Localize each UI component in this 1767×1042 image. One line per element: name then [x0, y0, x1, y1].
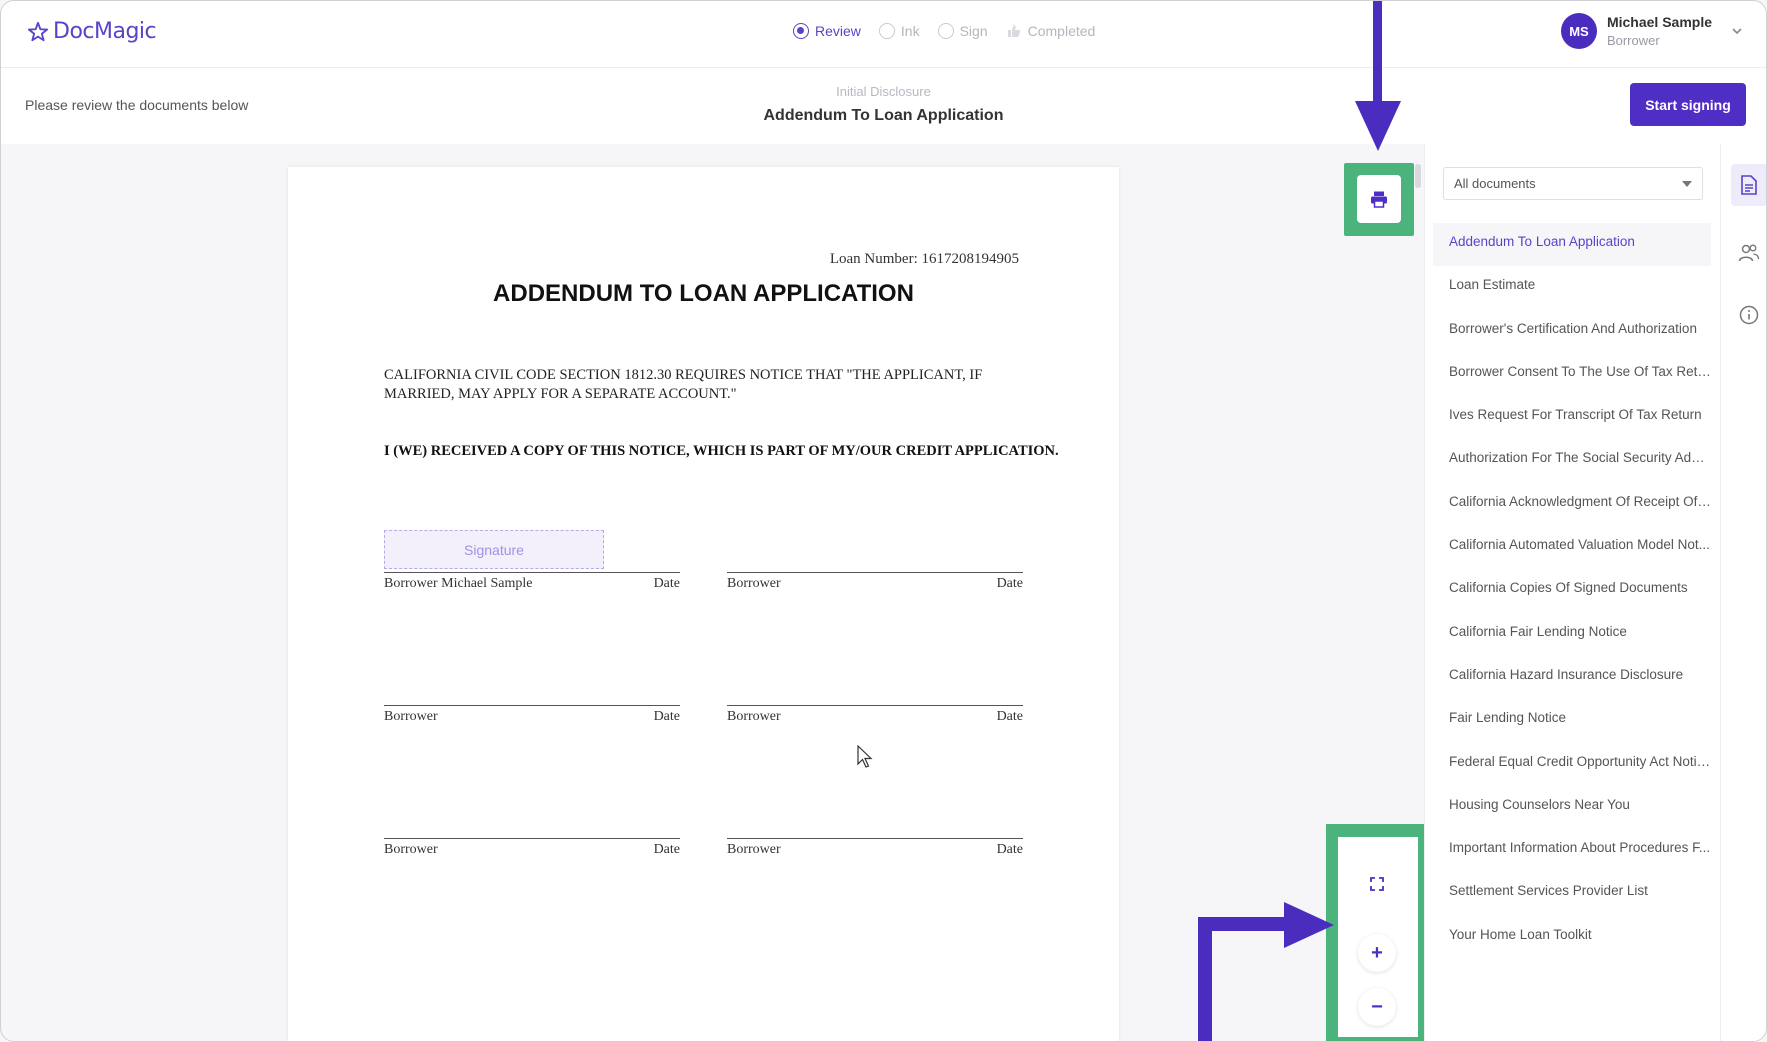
signature-line: Borrower Date: [384, 705, 680, 724]
user-role: Borrower: [1606, 33, 1660, 48]
document-filter-select[interactable]: All documents: [1443, 167, 1703, 200]
document-item[interactable]: Loan Estimate: [1433, 266, 1711, 309]
step-sign[interactable]: Sign: [937, 23, 988, 39]
arrow-head-right-icon: [1284, 902, 1334, 948]
step-review[interactable]: Review: [793, 23, 861, 39]
document-item[interactable]: Settlement Services Provider List: [1433, 872, 1711, 915]
user-info: Michael Sample Borrower: [1607, 14, 1712, 48]
document-item[interactable]: Your Home Loan Toolkit: [1433, 916, 1711, 959]
civil-code-notice: CALIFORNIA CIVIL CODE SECTION 1812.30 RE…: [384, 367, 983, 402]
date-label: Date: [996, 842, 1023, 857]
document-item[interactable]: Addendum To Loan Application: [1433, 223, 1711, 267]
loan-number: Loan Number: 1617208194905: [829, 251, 1019, 267]
date-label: Date: [996, 709, 1023, 724]
annotation-arrow-down: [1373, 1, 1382, 105]
minus-icon: −: [1371, 995, 1383, 1018]
user-menu[interactable]: MS Michael Sample Borrower: [1560, 13, 1744, 49]
signers-tab[interactable]: [1731, 232, 1766, 274]
document-item[interactable]: Ives Request For Transcript Of Tax Retur…: [1433, 396, 1711, 439]
step-label: Ink: [900, 23, 920, 39]
step-label: Sign: [959, 23, 988, 39]
app-name: DocMagic: [53, 19, 157, 44]
signer-label: Borrower: [727, 842, 781, 857]
filter-value: All documents: [1454, 176, 1536, 191]
plus-icon: +: [1371, 941, 1383, 964]
document-item[interactable]: California Fair Lending Notice: [1433, 613, 1711, 656]
package-name: Initial Disclosure: [836, 84, 931, 99]
document-sidebar: All documents Addendum To Loan Applicati…: [1424, 144, 1721, 1041]
signature-field[interactable]: Signature: [384, 530, 604, 569]
document-item[interactable]: California Copies Of Signed Documents: [1433, 569, 1711, 612]
document-item[interactable]: Borrower Consent To The Use Of Tax Retur…: [1433, 353, 1711, 396]
document-item[interactable]: California Automated Valuation Model Not…: [1433, 526, 1711, 569]
signature-line: Borrower Date: [384, 838, 680, 857]
zoom-in-button[interactable]: +: [1358, 934, 1396, 972]
progress-steps: Review Ink Sign Completed: [793, 23, 1095, 39]
signer-label: Borrower: [727, 576, 781, 591]
page-heading: ADDENDUM TO LOAN APPLICATION: [493, 280, 914, 307]
document-header: Please review the documents below Initia…: [1, 68, 1766, 144]
avatar: MS: [1560, 13, 1597, 49]
start-signing-button[interactable]: Start signing: [1630, 83, 1746, 126]
step-label: Completed: [1027, 23, 1096, 39]
date-label: Date: [653, 709, 680, 724]
info-tab[interactable]: [1731, 294, 1766, 336]
document-item[interactable]: California Hazard Insurance Disclosure: [1433, 656, 1711, 699]
dropdown-caret-icon: [1682, 181, 1692, 187]
signature-line: Borrower Date: [727, 572, 1023, 591]
sidebar-icon-bar: [1720, 144, 1766, 1041]
signer-label: Borrower: [727, 709, 781, 724]
signature-line: Borrower Date: [727, 705, 1023, 724]
document-item[interactable]: California Acknowledgment Of Receipt Of …: [1433, 483, 1711, 526]
date-label: Date: [653, 576, 680, 591]
document-list: Addendum To Loan Application Loan Estima…: [1433, 223, 1711, 959]
top-bar: DocMagic Review Ink Sign Completed MS Mi…: [1, 1, 1766, 68]
signer-label: Borrower Michael Sample: [384, 576, 533, 591]
print-button[interactable]: [1357, 175, 1401, 223]
signer-label: Borrower: [384, 709, 438, 724]
step-indicator-icon: [878, 23, 895, 39]
signer-label: Borrower: [384, 842, 438, 857]
step-completed[interactable]: Completed: [1006, 23, 1096, 39]
document-item[interactable]: Federal Equal Credit Opportunity Act Not…: [1433, 743, 1711, 786]
zoom-controls: + −: [1338, 837, 1418, 1037]
arrow-head-down-icon: [1355, 101, 1401, 151]
viewer-scrollbar[interactable]: [1415, 164, 1421, 188]
fullscreen-icon: [1370, 877, 1384, 891]
document-item[interactable]: Borrower's Certification And Authorizati…: [1433, 310, 1711, 353]
document-item[interactable]: Fair Lending Notice: [1433, 699, 1711, 742]
mouse-cursor-icon: [857, 745, 873, 768]
acknowledgement-text: I (WE) RECEIVED A COPY OF THIS NOTICE, W…: [384, 443, 1059, 459]
fullscreen-button[interactable]: [1358, 865, 1396, 903]
step-indicator-icon: [937, 23, 954, 39]
date-label: Date: [653, 842, 680, 857]
signature-line: Borrower Michael Sample Date: [384, 572, 680, 591]
printer-icon: [1371, 191, 1387, 208]
step-indicator-icon: [793, 23, 809, 39]
document-title: Addendum To Loan Application: [763, 107, 1004, 124]
chevron-down-icon[interactable]: [1730, 24, 1744, 38]
document-item[interactable]: Important Information About Procedures F…: [1433, 829, 1711, 872]
step-ink[interactable]: Ink: [878, 23, 920, 39]
date-label: Date: [996, 576, 1023, 591]
signature-line: Borrower Date: [727, 838, 1023, 857]
document-icon: [1741, 175, 1757, 195]
user-name: Michael Sample: [1606, 14, 1712, 30]
annotation-arrow-right-bar: [1198, 917, 1290, 931]
documents-tab[interactable]: [1731, 164, 1766, 206]
app-window: DocMagic Review Ink Sign Completed MS Mi…: [0, 0, 1767, 1042]
star-logo-icon: [27, 21, 49, 41]
thumbs-up-icon: [1007, 25, 1020, 37]
users-icon: [1738, 244, 1760, 262]
document-item[interactable]: Housing Counselors Near You: [1433, 786, 1711, 829]
info-icon: [1739, 305, 1759, 325]
document-title-block: Initial Disclosure Addendum To Loan Appl…: [1, 84, 1766, 125]
document-item[interactable]: Authorization For The Social Security Ad…: [1433, 439, 1711, 482]
annotation-arrow-right: [1198, 917, 1212, 1041]
docmagic-logo[interactable]: DocMagic: [27, 19, 157, 44]
document-page: Loan Number: 1617208194905 ADDENDUM TO L…: [288, 167, 1119, 1041]
zoom-out-button[interactable]: −: [1358, 988, 1396, 1026]
step-label: Review: [815, 23, 861, 39]
